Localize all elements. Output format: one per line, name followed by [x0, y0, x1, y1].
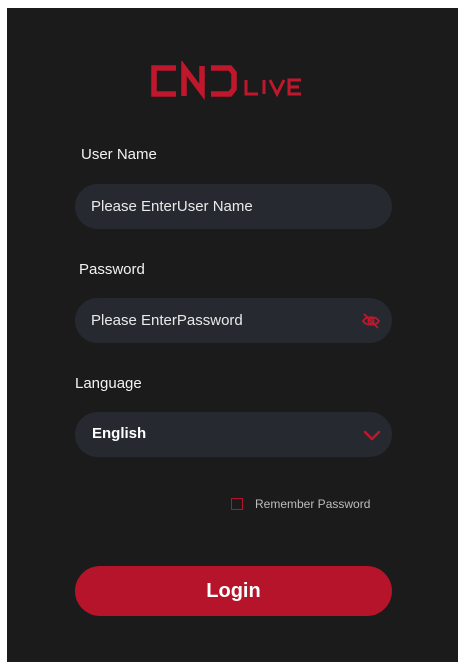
language-label: Language [75, 375, 142, 392]
username-input[interactable] [91, 184, 351, 229]
password-field[interactable] [75, 298, 392, 343]
username-field[interactable] [75, 184, 392, 229]
language-select[interactable]: English [75, 412, 392, 457]
language-selected: English [92, 425, 147, 442]
login-button[interactable]: Login [75, 566, 392, 616]
remember-password-checkbox[interactable] [231, 498, 243, 510]
remember-password-label: Remember Password [255, 497, 371, 511]
password-input[interactable] [91, 298, 351, 343]
cndlive-logo [151, 61, 301, 101]
chevron-down-icon[interactable] [363, 430, 381, 442]
remember-password-option[interactable]: Remember Password [231, 497, 370, 511]
password-label: Password [79, 261, 145, 278]
username-label: User Name [81, 146, 157, 163]
eye-slash-icon[interactable] [361, 311, 381, 331]
